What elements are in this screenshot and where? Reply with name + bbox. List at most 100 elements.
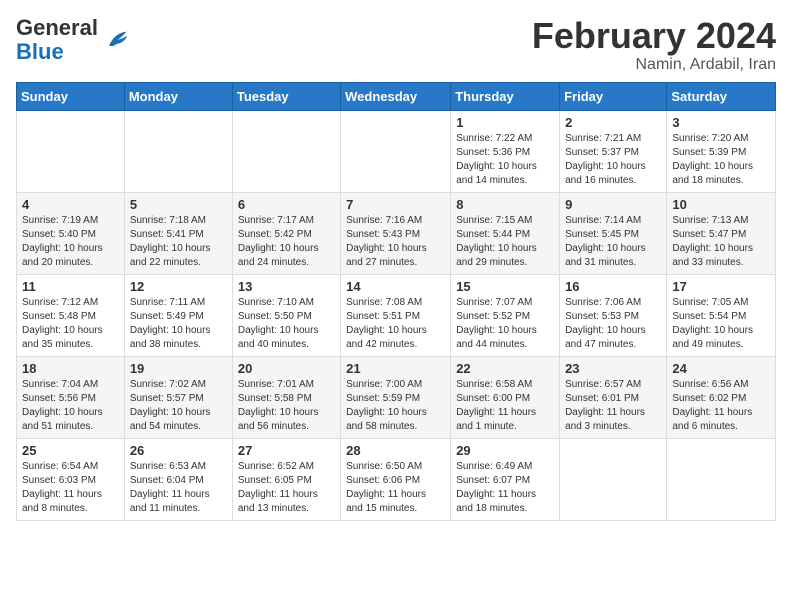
day-number: 24 [672,361,770,376]
day-detail: Sunrise: 7:13 AM Sunset: 5:47 PM Dayligh… [672,214,770,270]
calendar-cell: 3Sunrise: 7:20 AM Sunset: 5:39 PM Daylig… [667,110,776,192]
day-number: 6 [238,197,335,212]
logo-text: General Blue [16,16,98,64]
calendar-cell: 11 Sunrise: 7:12 AM Sunset: 5:48 PM Dayli… [17,274,125,356]
day-detail: Sunrise: 6:56 AM Sunset: 6:02 PM Dayligh… [672,378,770,434]
day-number: 17 [672,279,770,294]
day-detail: Sunrise: 6:52 AM Sunset: 6:05 PM Dayligh… [238,460,335,516]
day-number: 9 [565,197,661,212]
day-number: 5 [130,197,227,212]
calendar-cell: 15 Sunrise: 7:07 AM Sunset: 5:52 PM Dayli… [451,274,560,356]
calendar-cell: 19 Sunrise: 7:02 AM Sunset: 5:57 PM Dayli… [124,356,232,438]
day-number: 4 [22,197,119,212]
day-detail: Sunrise: 6:58 AM Sunset: 6:00 PM Dayligh… [456,378,554,434]
day-detail: Sunrise: 7:10 AM Sunset: 5:50 PM Dayligh… [238,296,335,352]
week-row-1: 1Sunrise: 7:22 AM Sunset: 5:36 PM Daylig… [17,110,776,192]
day-number: 21 [346,361,445,376]
calendar-cell: 6 Sunrise: 7:17 AM Sunset: 5:42 PM Daylig… [232,192,340,274]
day-number: 3 [672,115,770,130]
calendar-cell: 7Sunrise: 7:16 AM Sunset: 5:43 PM Daylig… [341,192,451,274]
calendar-cell [17,110,125,192]
calendar-cell: 12Sunrise: 7:11 AM Sunset: 5:49 PM Dayli… [124,274,232,356]
logo-bird-icon [102,26,130,54]
week-row-2: 4 Sunrise: 7:19 AM Sunset: 5:40 PM Daylig… [17,192,776,274]
day-number: 16 [565,279,661,294]
logo-general: General [16,15,98,40]
title-block: February 2024 Namin, Ardabil, Iran [532,16,776,74]
calendar-cell: 28 Sunrise: 6:50 AM Sunset: 6:06 PM Dayli… [341,438,451,520]
calendar-table: SundayMondayTuesdayWednesdayThursdayFrid… [16,82,776,521]
weekday-header-wednesday: Wednesday [341,82,451,110]
weekday-header-saturday: Saturday [667,82,776,110]
calendar-cell: 17 Sunrise: 7:05 AM Sunset: 5:54 PM Dayli… [667,274,776,356]
day-number: 28 [346,443,445,458]
calendar-cell: 22 Sunrise: 6:58 AM Sunset: 6:00 PM Dayli… [451,356,560,438]
calendar-cell: 4 Sunrise: 7:19 AM Sunset: 5:40 PM Daylig… [17,192,125,274]
day-number: 23 [565,361,661,376]
month-year: February 2024 [532,16,776,56]
calendar-cell: 2Sunrise: 7:21 AM Sunset: 5:37 PM Daylig… [560,110,667,192]
day-detail: Sunrise: 6:57 AM Sunset: 6:01 PM Dayligh… [565,378,661,434]
calendar-cell: 21 Sunrise: 7:00 AM Sunset: 5:59 PM Dayli… [341,356,451,438]
calendar-cell: 13 Sunrise: 7:10 AM Sunset: 5:50 PM Dayli… [232,274,340,356]
day-detail: Sunrise: 7:18 AM Sunset: 5:41 PM Dayligh… [130,214,227,270]
day-number: 29 [456,443,554,458]
calendar-cell: 23 Sunrise: 6:57 AM Sunset: 6:01 PM Dayli… [560,356,667,438]
day-detail: Sunrise: 7:12 AM Sunset: 5:48 PM Dayligh… [22,296,119,352]
day-number: 15 [456,279,554,294]
calendar-cell: 27 Sunrise: 6:52 AM Sunset: 6:05 PM Dayli… [232,438,340,520]
calendar-cell: 16 Sunrise: 7:06 AM Sunset: 5:53 PM Dayli… [560,274,667,356]
day-number: 18 [22,361,119,376]
weekday-header-friday: Friday [560,82,667,110]
calendar-cell: 24 Sunrise: 6:56 AM Sunset: 6:02 PM Dayli… [667,356,776,438]
calendar-cell [232,110,340,192]
day-number: 7 [346,197,445,212]
calendar-cell: 25Sunrise: 6:54 AM Sunset: 6:03 PM Dayli… [17,438,125,520]
weekday-header-sunday: Sunday [17,82,125,110]
calendar-cell [124,110,232,192]
day-detail: Sunrise: 6:53 AM Sunset: 6:04 PM Dayligh… [130,460,227,516]
calendar-cell: 9Sunrise: 7:14 AM Sunset: 5:45 PM Daylig… [560,192,667,274]
day-detail: Sunrise: 6:50 AM Sunset: 6:06 PM Dayligh… [346,460,445,516]
day-detail: Sunrise: 7:06 AM Sunset: 5:53 PM Dayligh… [565,296,661,352]
day-detail: Sunrise: 6:54 AM Sunset: 6:03 PM Dayligh… [22,460,119,516]
day-number: 13 [238,279,335,294]
day-number: 26 [130,443,227,458]
day-detail: Sunrise: 7:19 AM Sunset: 5:40 PM Dayligh… [22,214,119,270]
day-number: 14 [346,279,445,294]
day-detail: Sunrise: 7:21 AM Sunset: 5:37 PM Dayligh… [565,132,661,188]
day-detail: Sunrise: 7:01 AM Sunset: 5:58 PM Dayligh… [238,378,335,434]
weekday-header-tuesday: Tuesday [232,82,340,110]
day-detail: Sunrise: 7:11 AM Sunset: 5:49 PM Dayligh… [130,296,227,352]
calendar-cell: 26 Sunrise: 6:53 AM Sunset: 6:04 PM Dayli… [124,438,232,520]
page-header: General Blue February 2024 Namin, Ardabi… [16,16,776,74]
calendar-cell: 5 Sunrise: 7:18 AM Sunset: 5:41 PM Daylig… [124,192,232,274]
day-number: 10 [672,197,770,212]
day-number: 11 [22,279,119,294]
day-number: 1 [456,115,554,130]
logo-blue: Blue [16,39,64,64]
week-row-3: 11 Sunrise: 7:12 AM Sunset: 5:48 PM Dayli… [17,274,776,356]
day-number: 8 [456,197,554,212]
day-detail: Sunrise: 6:49 AM Sunset: 6:07 PM Dayligh… [456,460,554,516]
day-detail: Sunrise: 7:02 AM Sunset: 5:57 PM Dayligh… [130,378,227,434]
calendar-cell: 8 Sunrise: 7:15 AM Sunset: 5:44 PM Daylig… [451,192,560,274]
calendar-cell: 10 Sunrise: 7:13 AM Sunset: 5:47 PM Dayli… [667,192,776,274]
location: Namin, Ardabil, Iran [532,56,776,74]
day-number: 27 [238,443,335,458]
day-detail: Sunrise: 7:15 AM Sunset: 5:44 PM Dayligh… [456,214,554,270]
week-row-5: 25Sunrise: 6:54 AM Sunset: 6:03 PM Dayli… [17,438,776,520]
day-number: 20 [238,361,335,376]
day-detail: Sunrise: 7:00 AM Sunset: 5:59 PM Dayligh… [346,378,445,434]
day-detail: Sunrise: 7:04 AM Sunset: 5:56 PM Dayligh… [22,378,119,434]
calendar-cell: 20 Sunrise: 7:01 AM Sunset: 5:58 PM Dayli… [232,356,340,438]
logo: General Blue [16,16,130,64]
day-detail: Sunrise: 7:08 AM Sunset: 5:51 PM Dayligh… [346,296,445,352]
day-detail: Sunrise: 7:17 AM Sunset: 5:42 PM Dayligh… [238,214,335,270]
day-detail: Sunrise: 7:07 AM Sunset: 5:52 PM Dayligh… [456,296,554,352]
day-detail: Sunrise: 7:05 AM Sunset: 5:54 PM Dayligh… [672,296,770,352]
calendar-cell [560,438,667,520]
day-number: 19 [130,361,227,376]
weekday-header-thursday: Thursday [451,82,560,110]
day-number: 22 [456,361,554,376]
